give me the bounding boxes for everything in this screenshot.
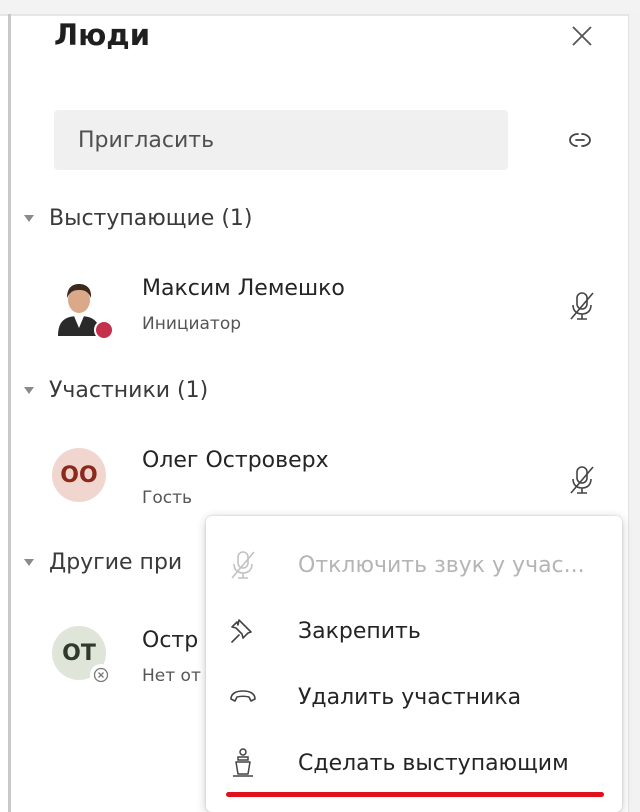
- section-attendees[interactable]: Участники (1): [24, 378, 208, 403]
- mic-off-button[interactable]: [562, 460, 602, 500]
- menu-item-label: Сделать выступающим: [298, 750, 569, 776]
- section-presenters[interactable]: Выступающие (1): [24, 206, 253, 231]
- status-busy-icon: [94, 320, 114, 340]
- collapse-icon: [24, 387, 34, 394]
- close-button[interactable]: [564, 18, 600, 54]
- person-name: Остр: [142, 628, 199, 653]
- section-presenters-label: Выступающие (1): [49, 206, 253, 231]
- mic-off-icon: [570, 292, 594, 320]
- avatar-initials: ОО: [52, 448, 106, 502]
- person-row-presenter[interactable]: Максим Лемешко Инициатор: [0, 270, 628, 342]
- avatar: ОО: [52, 448, 106, 502]
- menu-item-make-presenter[interactable]: Сделать выступающим: [206, 730, 622, 796]
- hang-up-icon: [228, 682, 258, 712]
- person-role: Нет от: [142, 666, 201, 686]
- invite-label: Пригласить: [78, 127, 215, 153]
- person-name: Максим Лемешко: [142, 276, 345, 301]
- section-attendees-label: Участники (1): [49, 378, 209, 403]
- menu-item-remove[interactable]: Удалить участника: [206, 664, 622, 730]
- mic-off-icon: [570, 466, 594, 494]
- right-scroll-edge: [628, 14, 640, 812]
- close-icon: [572, 26, 592, 46]
- collapse-icon: [24, 559, 34, 566]
- person-role: Инициатор: [142, 314, 242, 334]
- mic-off-icon: [228, 550, 258, 580]
- mic-off-button[interactable]: [562, 286, 602, 326]
- person-role: Гость: [142, 488, 193, 508]
- collapse-icon: [24, 215, 34, 222]
- person-row-attendee[interactable]: ОО Олег Островерх Гость: [0, 442, 628, 514]
- highlight-underline: [226, 792, 604, 797]
- context-menu: Отключить звук у учас... Закрепить Удали…: [206, 516, 622, 812]
- menu-item-mute[interactable]: Отключить звук у учас...: [206, 532, 622, 598]
- avatar: ОТ: [52, 626, 112, 686]
- pin-icon: [228, 616, 258, 646]
- link-icon: [569, 133, 591, 147]
- section-others-label: Другие при: [49, 550, 183, 575]
- panel-title: Люди: [54, 18, 151, 52]
- invite-input[interactable]: Пригласить: [54, 110, 508, 170]
- podium-icon: [228, 748, 258, 778]
- menu-item-label: Отключить звук у учас...: [298, 552, 585, 578]
- status-offline-icon: [90, 664, 112, 686]
- menu-item-label: Удалить участника: [298, 684, 522, 710]
- menu-item-label: Закрепить: [298, 618, 421, 644]
- avatar: [52, 276, 114, 340]
- section-others[interactable]: Другие при: [24, 550, 182, 575]
- top-divider: [0, 14, 640, 16]
- copy-link-button[interactable]: [558, 120, 602, 160]
- person-name: Олег Островерх: [142, 448, 329, 473]
- menu-item-pin[interactable]: Закрепить: [206, 598, 622, 664]
- window-top-strip: [0, 0, 640, 14]
